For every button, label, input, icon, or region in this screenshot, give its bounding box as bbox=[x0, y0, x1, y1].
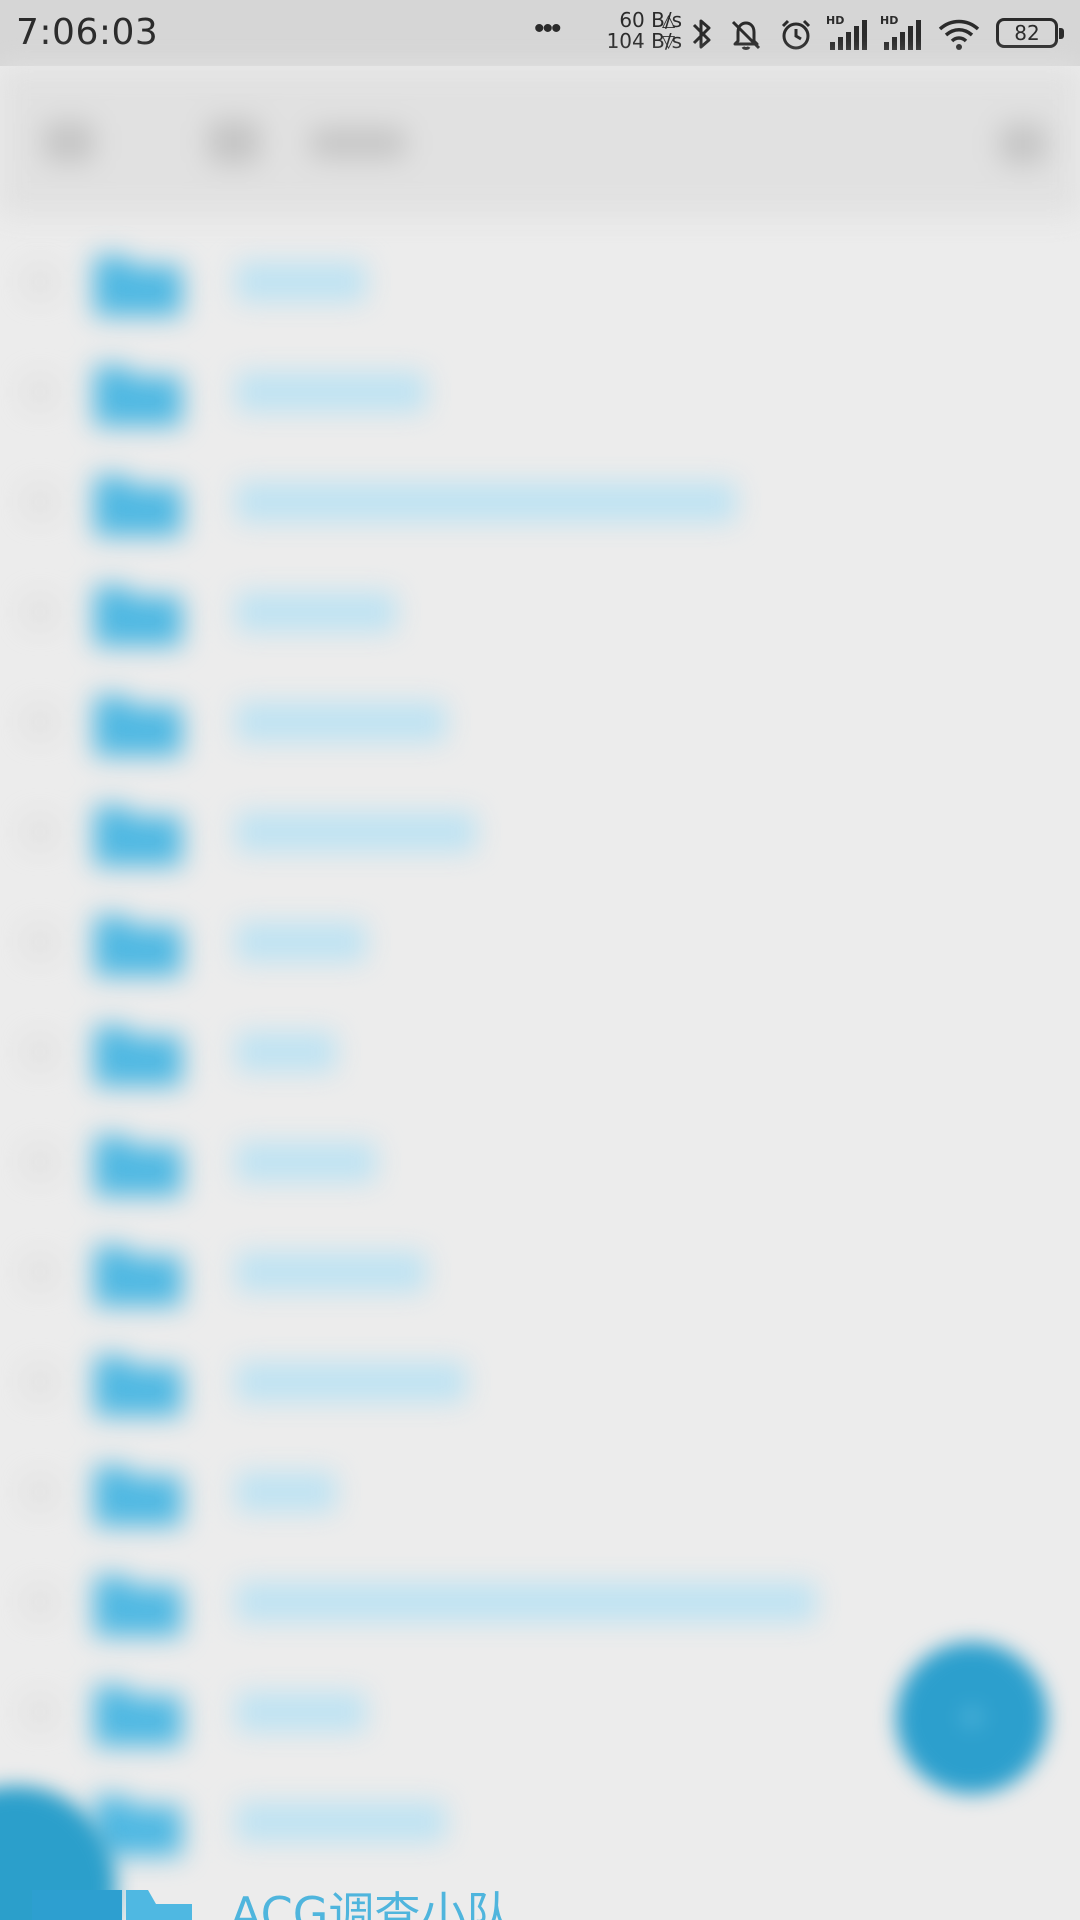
up-arrow-icon: △ bbox=[662, 11, 676, 30]
menu-icon bbox=[1000, 124, 1046, 164]
folder-icon bbox=[94, 586, 182, 646]
folder-name bbox=[236, 812, 476, 852]
clock: 7:06:03 bbox=[16, 12, 159, 53]
selection-tab bbox=[32, 1890, 122, 1920]
checkbox[interactable] bbox=[26, 378, 54, 406]
list-item[interactable] bbox=[0, 1216, 1080, 1326]
folder-name bbox=[236, 1362, 466, 1402]
checkbox[interactable] bbox=[26, 1478, 54, 1506]
folder-name bbox=[236, 1802, 446, 1842]
list-item[interactable] bbox=[0, 1436, 1080, 1546]
folder-icon bbox=[94, 476, 182, 536]
folder-icon bbox=[94, 1026, 182, 1086]
list-item[interactable] bbox=[0, 336, 1080, 446]
checkbox[interactable] bbox=[26, 1258, 54, 1286]
muted-bell-icon bbox=[731, 20, 761, 50]
list-item[interactable] bbox=[0, 996, 1080, 1106]
list-item[interactable] bbox=[0, 556, 1080, 666]
back-icon bbox=[44, 122, 94, 162]
folder-name bbox=[236, 1032, 336, 1072]
folder-icon bbox=[94, 916, 182, 976]
list-item[interactable] bbox=[0, 666, 1080, 776]
battery-icon: 82 bbox=[996, 18, 1064, 48]
screen: 7:06:03 ••• 60 B/s 104 B/s △ ▽ HD HD 82 … bbox=[0, 0, 1080, 1920]
folder-icon bbox=[94, 1576, 182, 1636]
bluetooth-icon bbox=[692, 19, 711, 49]
checkbox[interactable] bbox=[26, 1698, 54, 1726]
toolbar-title bbox=[310, 128, 406, 158]
more-notifications-icon: ••• bbox=[534, 12, 561, 45]
folder-name: ACG调查小队 bbox=[230, 1890, 513, 1920]
checkbox[interactable] bbox=[26, 1588, 54, 1616]
folder-name bbox=[236, 482, 736, 522]
alarm-icon bbox=[781, 19, 811, 50]
checkbox[interactable] bbox=[26, 1148, 54, 1176]
folder-icon bbox=[94, 1136, 182, 1196]
list-item[interactable] bbox=[0, 1106, 1080, 1216]
network-arrows: △ ▽ bbox=[662, 10, 675, 52]
folder-icon bbox=[94, 256, 182, 316]
folder-name bbox=[236, 1582, 816, 1622]
folder-icon bbox=[94, 1246, 182, 1306]
folder-name bbox=[236, 1142, 376, 1182]
list-item[interactable]: ACG调查小队 bbox=[0, 1890, 1080, 1920]
svg-text:HD: HD bbox=[880, 14, 898, 27]
folder-name bbox=[236, 1472, 336, 1512]
status-bar: 7:06:03 ••• 60 B/s 104 B/s △ ▽ HD HD 82 bbox=[0, 0, 1080, 66]
plus-icon: + bbox=[957, 1689, 987, 1745]
folder-name bbox=[236, 702, 446, 742]
svg-text:HD: HD bbox=[826, 14, 844, 27]
checkbox[interactable] bbox=[26, 1368, 54, 1396]
list-item[interactable] bbox=[0, 446, 1080, 556]
checkbox[interactable] bbox=[26, 268, 54, 296]
folder-icon bbox=[94, 806, 182, 866]
folder-name bbox=[236, 372, 426, 412]
folder-list bbox=[0, 226, 1080, 1876]
checkbox[interactable] bbox=[26, 488, 54, 516]
signal-hd-icon: HD bbox=[880, 14, 921, 50]
folder-icon bbox=[94, 366, 182, 426]
folder-name bbox=[236, 592, 396, 632]
toolbar bbox=[0, 66, 1080, 216]
folder-name bbox=[236, 262, 366, 302]
down-arrow-icon: ▽ bbox=[662, 32, 676, 51]
add-fab-button[interactable]: + bbox=[896, 1642, 1048, 1794]
folder-icon bbox=[94, 1686, 182, 1746]
search-icon bbox=[208, 120, 260, 164]
wifi-icon bbox=[938, 19, 980, 50]
list-item[interactable] bbox=[0, 1326, 1080, 1436]
list-item[interactable] bbox=[0, 1546, 1080, 1656]
folder-name bbox=[236, 1252, 426, 1292]
folder-icon bbox=[94, 1356, 182, 1416]
folder-name bbox=[236, 922, 366, 962]
checkbox[interactable] bbox=[26, 1038, 54, 1066]
folder-name bbox=[236, 1692, 366, 1732]
folder-icon bbox=[94, 696, 182, 756]
signal-hd-icon: HD bbox=[826, 14, 867, 50]
list-item[interactable] bbox=[0, 886, 1080, 996]
folder-icon bbox=[94, 1466, 182, 1526]
list-item[interactable] bbox=[0, 226, 1080, 336]
checkbox[interactable] bbox=[26, 598, 54, 626]
checkbox[interactable] bbox=[26, 928, 54, 956]
checkbox[interactable] bbox=[26, 818, 54, 846]
folder-icon bbox=[126, 1890, 192, 1920]
list-item[interactable] bbox=[0, 776, 1080, 886]
checkbox[interactable] bbox=[26, 708, 54, 736]
